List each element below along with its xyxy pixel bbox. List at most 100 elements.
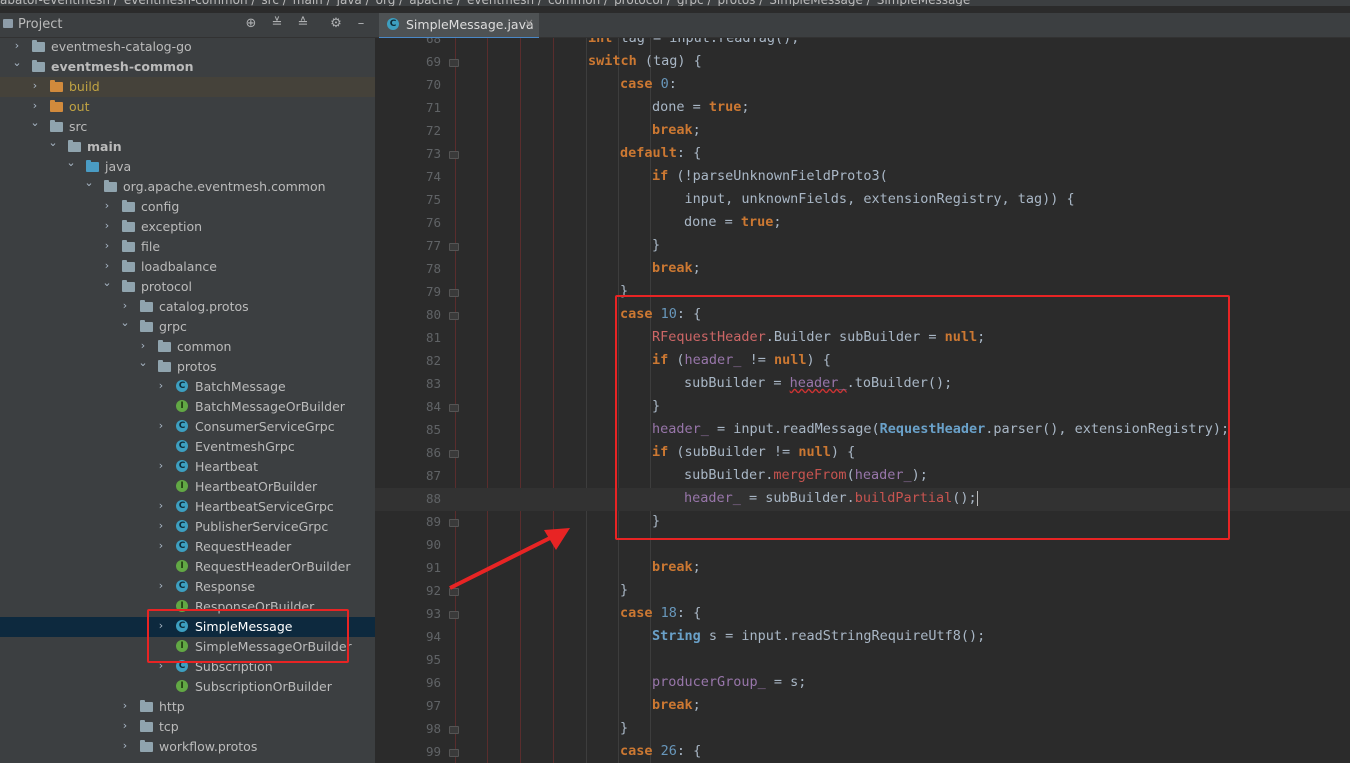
tree-item[interactable]: ⌄ eventmesh-common <box>0 56 375 77</box>
fold-marker-icon[interactable] <box>449 312 459 320</box>
tree-item[interactable]: I SubscriptionOrBuilder <box>0 677 375 697</box>
tree-item[interactable]: › C RequestHeader <box>0 537 375 557</box>
breadcrumb-item[interactable]: org / <box>376 0 404 6</box>
code-line[interactable]: 97 break; <box>375 695 1350 718</box>
chevron-right-icon[interactable]: › <box>30 99 40 112</box>
chevron-down-icon[interactable]: ⌄ <box>30 116 40 129</box>
fold-marker-icon[interactable] <box>449 749 459 757</box>
tree-item[interactable]: › loadbalance <box>0 257 375 277</box>
tree-item[interactable]: › config <box>0 197 375 217</box>
tree-item[interactable]: › out <box>0 97 375 117</box>
code-line[interactable]: 70 case 0: <box>375 74 1350 97</box>
chevron-down-icon[interactable]: ⌄ <box>84 176 94 189</box>
tree-item[interactable]: C EventmeshGrpc <box>0 437 375 457</box>
collapse-all-icon[interactable]: ≙ <box>295 16 311 31</box>
code-line[interactable]: 96 producerGroup_ = s; <box>375 672 1350 695</box>
tree-item[interactable]: › common <box>0 337 375 357</box>
breadcrumb-item[interactable]: protocol / <box>614 0 671 6</box>
code-line[interactable]: 76 done = true; <box>375 212 1350 235</box>
tree-item[interactable]: › C PublisherServiceGrpc <box>0 517 375 537</box>
code-line[interactable]: 71 done = true; <box>375 97 1350 120</box>
tree-item[interactable]: › C ConsumerServiceGrpc <box>0 417 375 437</box>
chevron-down-icon[interactable]: ⌄ <box>138 356 148 369</box>
chevron-right-icon[interactable]: › <box>102 199 112 212</box>
fold-marker-icon[interactable] <box>449 289 459 297</box>
project-title[interactable]: Project <box>18 17 62 32</box>
chevron-down-icon[interactable]: ⌄ <box>48 136 58 149</box>
chevron-right-icon[interactable]: › <box>102 259 112 272</box>
breadcrumb-item[interactable]: protos / <box>718 0 764 6</box>
tree-item[interactable]: ⌄ java <box>0 156 375 177</box>
chevron-right-icon[interactable]: › <box>120 719 130 732</box>
fold-marker-icon[interactable] <box>449 59 459 67</box>
breadcrumb-item[interactable]: SimpleMessage / <box>769 0 870 6</box>
chevron-right-icon[interactable]: › <box>156 459 166 472</box>
code-line[interactable]: 73 default: { <box>375 143 1350 166</box>
breadcrumb-item[interactable]: grpc / <box>677 0 712 6</box>
breadcrumb-item[interactable]: src / <box>261 0 286 6</box>
breadcrumb-item[interactable]: abator-eventmesh / <box>0 0 118 6</box>
tree-item[interactable]: › tcp <box>0 717 375 737</box>
tree-item[interactable]: ⌄ protocol <box>0 276 375 297</box>
chevron-right-icon[interactable]: › <box>156 419 166 432</box>
chevron-right-icon[interactable]: › <box>30 79 40 92</box>
chevron-right-icon[interactable]: › <box>156 539 166 552</box>
tree-item[interactable]: I RequestHeaderOrBuilder <box>0 557 375 577</box>
code-line[interactable]: 72 break; <box>375 120 1350 143</box>
code-line[interactable]: 74 if (!parseUnknownFieldProto3( <box>375 166 1350 189</box>
chevron-right-icon[interactable]: › <box>156 499 166 512</box>
tree-item[interactable]: › catalog.protos <box>0 297 375 317</box>
fold-marker-icon[interactable] <box>449 404 459 412</box>
tree-item[interactable]: ⌄ org.apache.eventmesh.common <box>0 176 375 197</box>
tree-item[interactable]: › workflow.protos <box>0 737 375 757</box>
fold-marker-icon[interactable] <box>449 243 459 251</box>
breadcrumb-item[interactable]: SimpleMessage <box>877 0 971 6</box>
chevron-right-icon[interactable]: › <box>102 219 112 232</box>
chevron-down-icon[interactable]: ⌄ <box>12 56 22 69</box>
chevron-right-icon[interactable]: › <box>120 299 130 312</box>
chevron-down-icon[interactable]: ⌄ <box>66 156 76 169</box>
chevron-right-icon[interactable]: › <box>156 519 166 532</box>
code-line[interactable]: 94 String s = input.readStringRequireUtf8… <box>375 626 1350 649</box>
code-line[interactable]: 98} <box>375 718 1350 741</box>
breadcrumb-item[interactable]: eventmesh-common / <box>124 0 256 6</box>
code-line[interactable]: 93 case 18: { <box>375 603 1350 626</box>
breadcrumb-item[interactable]: java / <box>337 0 370 6</box>
breadcrumb-item[interactable]: common / <box>548 0 608 6</box>
tree-item[interactable]: › C HeartbeatServiceGrpc <box>0 497 375 517</box>
code-line[interactable]: 99 case 26: { <box>375 741 1350 763</box>
tree-item[interactable]: ⌄ protos <box>0 356 375 377</box>
expand-all-icon[interactable]: ≚ <box>269 16 285 31</box>
chevron-right-icon[interactable]: › <box>120 739 130 752</box>
tree-item[interactable]: › eventmesh-catalog-go <box>0 37 375 57</box>
close-icon[interactable]: × <box>524 16 534 30</box>
chevron-down-icon[interactable]: ⌄ <box>120 316 130 329</box>
breadcrumb-item[interactable]: eventmesh / <box>467 0 542 6</box>
chevron-right-icon[interactable]: › <box>138 339 148 352</box>
code-line[interactable]: 68 int tag = input.readTag(); <box>375 38 1350 51</box>
tree-item[interactable]: I BatchMessageOrBuilder <box>0 397 375 417</box>
tab-simplemessage-java[interactable]: C SimpleMessage.java × <box>379 13 539 40</box>
chevron-right-icon[interactable]: › <box>12 39 22 52</box>
tree-item[interactable]: ⌄ grpc <box>0 316 375 337</box>
chevron-right-icon[interactable]: › <box>156 379 166 392</box>
tree-item[interactable]: › build <box>0 77 375 97</box>
minimize-icon[interactable]: – <box>353 16 369 31</box>
tree-item[interactable]: › file <box>0 237 375 257</box>
fold-marker-icon[interactable] <box>449 726 459 734</box>
code-line[interactable]: 69 switch (tag) { <box>375 51 1350 74</box>
chevron-right-icon[interactable]: › <box>156 579 166 592</box>
chevron-down-icon[interactable]: ⌄ <box>102 276 112 289</box>
code-line[interactable]: 75 input, unknownFields, extensionRegist… <box>375 189 1350 212</box>
tree-item[interactable]: › C Heartbeat <box>0 457 375 477</box>
gear-icon[interactable]: ⚙ <box>328 16 344 31</box>
breadcrumb-item[interactable]: main / <box>293 0 331 6</box>
fold-marker-icon[interactable] <box>449 450 459 458</box>
code-line[interactable]: 78 break; <box>375 258 1350 281</box>
target-icon[interactable]: ⊕ <box>243 16 259 31</box>
code-line[interactable]: 95 <box>375 649 1350 672</box>
tree-item[interactable]: › C BatchMessage <box>0 377 375 397</box>
tree-item[interactable]: › http <box>0 697 375 717</box>
tree-item[interactable]: I HeartbeatOrBuilder <box>0 477 375 497</box>
fold-marker-icon[interactable] <box>449 151 459 159</box>
